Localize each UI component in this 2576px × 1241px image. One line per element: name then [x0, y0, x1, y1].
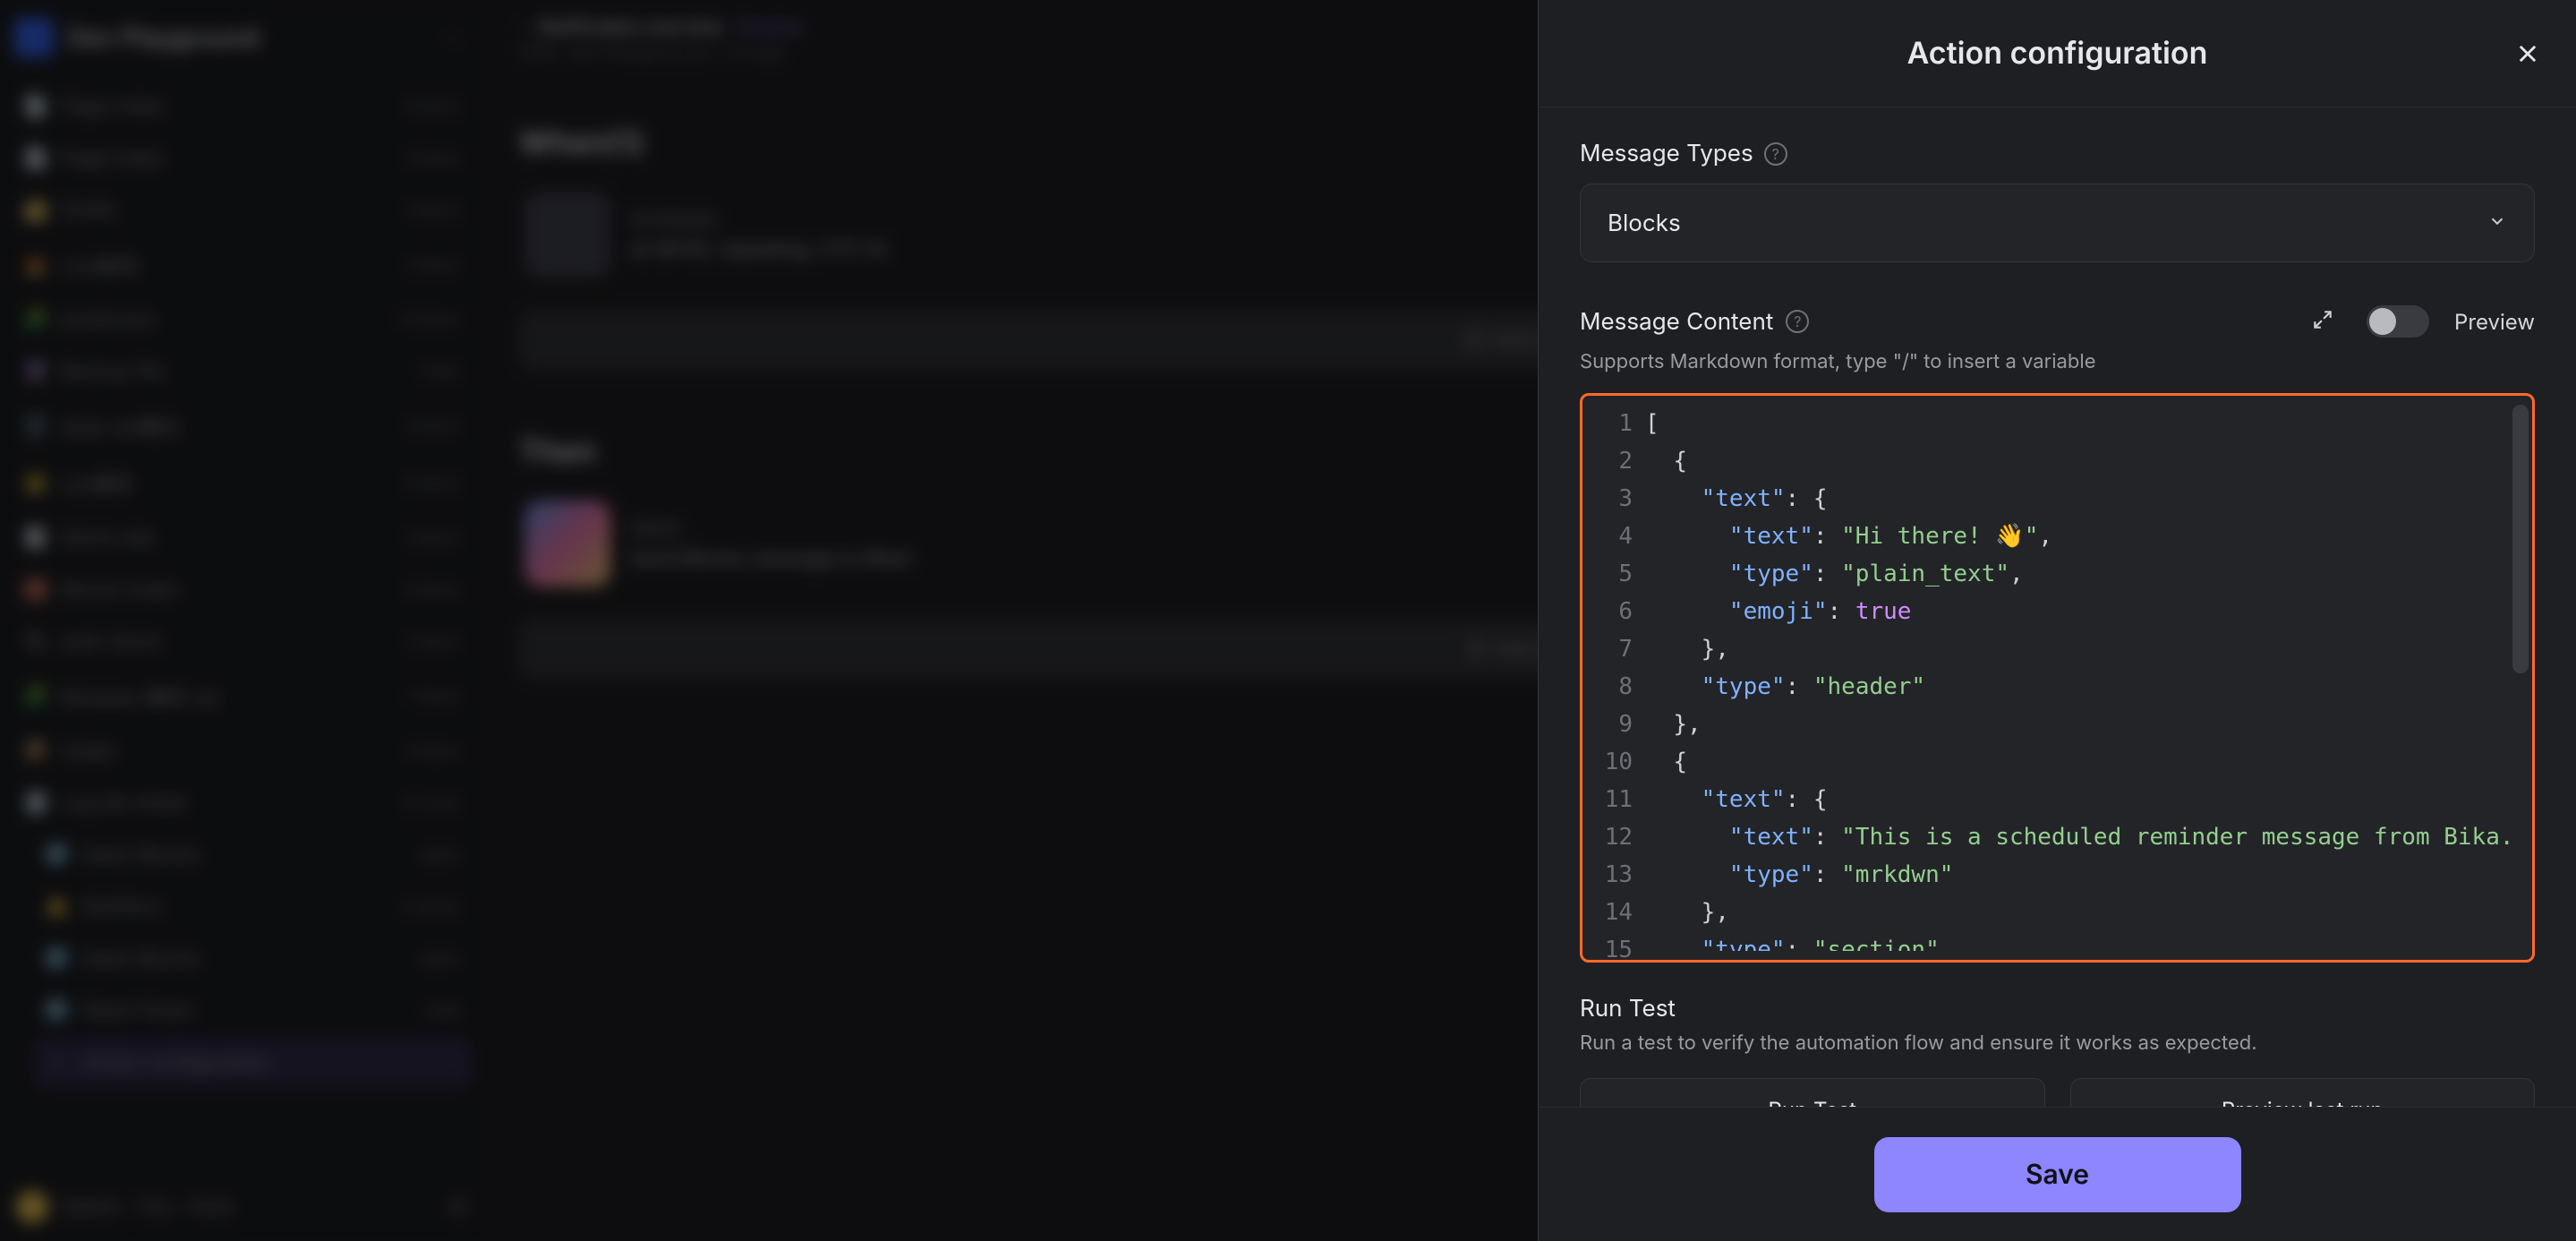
content-hint: Supports Markdown format, type "/" to in…	[1580, 350, 2535, 373]
message-content-block: Message Content ? Preview Supports Markd…	[1580, 305, 2535, 963]
expand-icon	[2311, 308, 2334, 331]
close-icon	[2515, 41, 2540, 66]
drawer-footer: Save	[1539, 1107, 2576, 1241]
help-icon[interactable]: ?	[1764, 142, 1787, 166]
drawer-title: Action configuration	[1907, 35, 2208, 72]
run-test-block: Run Test Run a test to verify the automa…	[1580, 995, 2535, 1107]
drawer-body: Message Types ? Blocks Message Content ?…	[1539, 107, 2576, 1107]
action-config-drawer: Action configuration Message Types ? Blo…	[1538, 0, 2576, 1241]
run-test-button[interactable]: Run Test	[1580, 1078, 2045, 1107]
code-editor[interactable]: 1 2 3 4 5 6 7 8 9 10 11 12 13 14 15 [ { …	[1580, 393, 2535, 963]
preview-toggle[interactable]	[2367, 305, 2429, 338]
run-test-title: Run Test	[1580, 995, 2535, 1023]
toggle-knob	[2369, 308, 2396, 335]
message-types-select[interactable]: Blocks	[1580, 184, 2535, 262]
save-button[interactable]: Save	[1874, 1137, 2241, 1212]
message-types-value: Blocks	[1608, 210, 1681, 237]
help-icon[interactable]: ?	[1786, 310, 1809, 333]
close-button[interactable]	[2510, 36, 2546, 72]
chevron-down-icon	[2487, 210, 2507, 237]
drawer-header: Action configuration	[1539, 0, 2576, 107]
code-area[interactable]: [ { "text": { "text": "Hi there! 👋", "ty…	[1645, 405, 2523, 951]
message-content-head: Message Content ? Preview	[1580, 305, 2535, 338]
message-types-label-row: Message Types ?	[1580, 140, 2535, 167]
preview-last-run-button[interactable]: Preview last run	[2070, 1078, 2536, 1107]
code-gutter: 1 2 3 4 5 6 7 8 9 10 11 12 13 14 15	[1591, 405, 1645, 951]
scrollbar[interactable]	[2512, 405, 2529, 673]
run-test-desc: Run a test to verify the automation flow…	[1580, 1031, 2535, 1055]
preview-label: Preview	[2454, 309, 2535, 335]
message-content-label: Message Content	[1580, 308, 1773, 336]
expand-button[interactable]	[2311, 308, 2334, 335]
message-types-label: Message Types	[1580, 140, 1753, 167]
